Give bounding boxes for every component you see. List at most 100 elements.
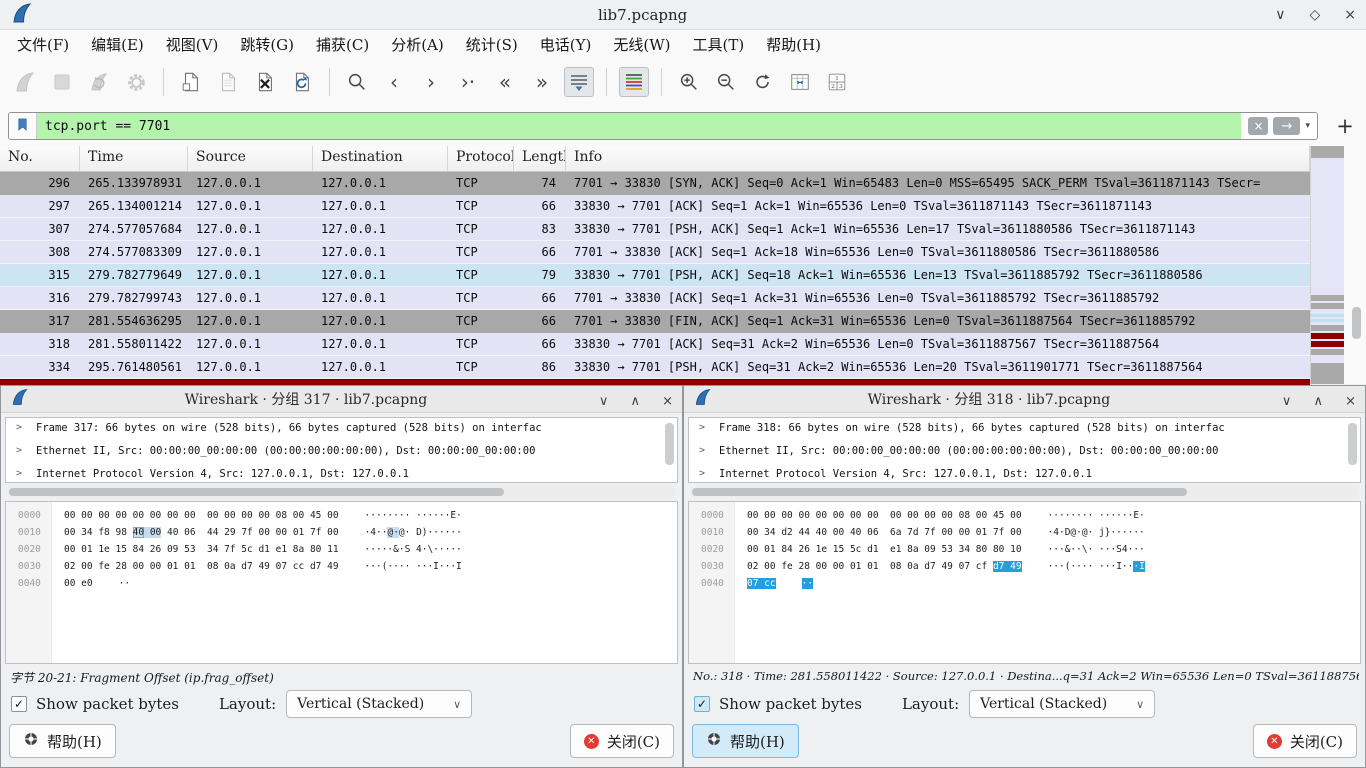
- maximize-icon[interactable]: ◇: [1309, 7, 1320, 23]
- hex-line-0020[interactable]: 002000 01 1e 15 84 26 09 53 34 7f 5c d1 …: [6, 541, 677, 558]
- zoom-out-icon[interactable]: [711, 67, 741, 97]
- show-packet-bytes-checkbox[interactable]: ✓: [11, 696, 27, 712]
- packet-row-317[interactable]: 317281.554636295127.0.0.1127.0.0.1TCP667…: [0, 310, 1310, 333]
- packet-row-297[interactable]: 297265.134001214127.0.0.1127.0.0.1TCP663…: [0, 195, 1310, 218]
- tree-horizontal-scrollbar[interactable]: [7, 487, 676, 497]
- menu-item-5[interactable]: 捕获(C): [305, 31, 380, 58]
- menu-item-8[interactable]: 电话(Y): [529, 31, 603, 58]
- stop-capture-icon[interactable]: [47, 67, 77, 97]
- expander-icon[interactable]: >: [699, 445, 705, 456]
- start-capture-icon[interactable]: [10, 67, 40, 97]
- unshade-icon[interactable]: ∧: [630, 394, 640, 409]
- packet-row-334[interactable]: 334295.761480561127.0.0.1127.0.0.1TCP863…: [0, 356, 1310, 379]
- packet-row-296[interactable]: 296265.133978931127.0.0.1127.0.0.1TCP747…: [0, 172, 1310, 195]
- menu-item-9[interactable]: 无线(W): [602, 31, 681, 58]
- expander-icon[interactable]: >: [16, 445, 22, 456]
- hex-line-0030[interactable]: 003002 00 fe 28 00 00 01 01 08 0a d7 49 …: [6, 558, 677, 575]
- close-icon[interactable]: ×: [1344, 7, 1356, 23]
- hex-dump-pane[interactable]: 000000 00 00 00 00 00 00 00 00 00 00 00 …: [5, 501, 678, 664]
- tree-horizontal-scrollbar[interactable]: [690, 487, 1359, 497]
- column-header-info[interactable]: Info: [566, 146, 1310, 171]
- go-to-packet-icon[interactable]: ›·: [453, 67, 483, 97]
- capture-options-icon[interactable]: [121, 67, 151, 97]
- menu-item-4[interactable]: 跳转(G): [229, 31, 305, 58]
- filter-dropdown-icon[interactable]: ▾: [1305, 121, 1310, 131]
- filter-clear-button[interactable]: ×: [1248, 117, 1268, 135]
- column-header-protocol[interactable]: Protocol: [448, 146, 514, 171]
- scrollbar-handle[interactable]: [1352, 307, 1361, 339]
- zoom-in-icon[interactable]: [674, 67, 704, 97]
- display-filter-input[interactable]: tcp.port == 7701: [37, 113, 1241, 139]
- expander-icon[interactable]: >: [699, 422, 705, 433]
- filter-apply-button[interactable]: →: [1273, 117, 1300, 135]
- menu-item-3[interactable]: 视图(V): [155, 31, 230, 58]
- tree-scrollbar-handle[interactable]: [665, 423, 674, 465]
- help-button[interactable]: 帮助(H): [692, 724, 799, 758]
- tree-row-3[interactable]: >Internet Protocol Version 4, Src: 127.0…: [689, 464, 1360, 483]
- hex-line-0030[interactable]: 003002 00 fe 28 00 00 01 01 08 0a d7 49 …: [689, 558, 1360, 575]
- expander-icon[interactable]: >: [16, 422, 22, 433]
- hex-line-0020[interactable]: 002000 01 84 26 1e 15 5c d1 e1 8a 09 53 …: [689, 541, 1360, 558]
- menu-item-11[interactable]: 帮助(H): [755, 31, 832, 58]
- auto-scroll-icon[interactable]: [564, 67, 594, 97]
- filter-add-button[interactable]: +: [1332, 114, 1358, 138]
- reload-file-icon[interactable]: [287, 67, 317, 97]
- packet-row-316[interactable]: 316279.782799743127.0.0.1127.0.0.1TCP667…: [0, 287, 1310, 310]
- resize-columns-icon[interactable]: [785, 67, 815, 97]
- hex-line-0010[interactable]: 001000 34 d2 44 40 00 40 06 6a 7d 7f 00 …: [689, 524, 1360, 541]
- minimize-icon[interactable]: ∨: [1275, 7, 1285, 23]
- layout-select[interactable]: Vertical (Stacked) ∨: [969, 690, 1155, 718]
- tree-row-1[interactable]: >Frame 317: 66 bytes on wire (528 bits),…: [6, 418, 677, 441]
- tree-row-3[interactable]: >Internet Protocol Version 4, Src: 127.0…: [6, 464, 677, 483]
- column-header-time[interactable]: Time: [80, 146, 188, 171]
- shade-icon[interactable]: ∨: [599, 394, 609, 409]
- protocol-tree[interactable]: >Frame 317: 66 bytes on wire (528 bits),…: [5, 417, 678, 483]
- go-forward-icon[interactable]: ›: [416, 67, 446, 97]
- last-packet-icon[interactable]: »: [527, 67, 557, 97]
- protocol-tree[interactable]: >Frame 318: 66 bytes on wire (528 bits),…: [688, 417, 1361, 483]
- column-header-destination[interactable]: Destination: [313, 146, 448, 171]
- close-button[interactable]: ✕ 关闭(C): [570, 724, 674, 758]
- find-packet-icon[interactable]: [342, 67, 372, 97]
- restart-capture-icon[interactable]: [84, 67, 114, 97]
- menu-item-6[interactable]: 分析(A): [380, 31, 455, 58]
- close-icon[interactable]: ×: [662, 394, 673, 409]
- menu-item-7[interactable]: 统计(S): [455, 31, 529, 58]
- close-button[interactable]: ✕ 关闭(C): [1253, 724, 1357, 758]
- show-packet-bytes-checkbox[interactable]: ✓: [694, 696, 710, 712]
- first-packet-icon[interactable]: «: [490, 67, 520, 97]
- close-file-icon[interactable]: [250, 67, 280, 97]
- menu-item-1[interactable]: 文件(F): [6, 31, 80, 58]
- menu-item-2[interactable]: 编辑(E): [80, 31, 155, 58]
- filter-bookmark-button[interactable]: [9, 113, 37, 139]
- open-file-icon[interactable]: [176, 67, 206, 97]
- shade-icon[interactable]: ∨: [1282, 394, 1292, 409]
- layout-select[interactable]: Vertical (Stacked) ∨: [286, 690, 472, 718]
- hex-line-0000[interactable]: 000000 00 00 00 00 00 00 00 00 00 00 00 …: [689, 507, 1360, 524]
- hex-dump-pane[interactable]: 000000 00 00 00 00 00 00 00 00 00 00 00 …: [688, 501, 1361, 664]
- expander-icon[interactable]: >: [16, 468, 22, 479]
- zoom-reset-icon[interactable]: [748, 67, 778, 97]
- column-header-no[interactable]: No.: [0, 146, 80, 171]
- packet-row-307[interactable]: 307274.577057684127.0.0.1127.0.0.1TCP833…: [0, 218, 1310, 241]
- layout-profile-icon[interactable]: 123: [822, 67, 852, 97]
- tree-row-2[interactable]: >Ethernet II, Src: 00:00:00_00:00:00 (00…: [689, 441, 1360, 464]
- packet-list-scrollbar-map[interactable]: [1310, 146, 1344, 384]
- hex-line-0000[interactable]: 000000 00 00 00 00 00 00 00 00 00 00 00 …: [6, 507, 677, 524]
- tree-row-1[interactable]: >Frame 318: 66 bytes on wire (528 bits),…: [689, 418, 1360, 441]
- go-back-icon[interactable]: ‹: [379, 67, 409, 97]
- column-header-length[interactable]: Length: [514, 146, 566, 171]
- column-header-source[interactable]: Source: [188, 146, 313, 171]
- menu-item-10[interactable]: 工具(T): [681, 31, 755, 58]
- colorize-icon[interactable]: [619, 67, 649, 97]
- packet-row-318[interactable]: 318281.558011422127.0.0.1127.0.0.1TCP663…: [0, 333, 1310, 356]
- tree-row-2[interactable]: >Ethernet II, Src: 00:00:00_00:00:00 (00…: [6, 441, 677, 464]
- help-button[interactable]: 帮助(H): [9, 724, 116, 758]
- tree-scrollbar-handle[interactable]: [1348, 423, 1357, 465]
- packet-row-315[interactable]: 315279.782779649127.0.0.1127.0.0.1TCP793…: [0, 264, 1310, 287]
- save-file-icon[interactable]: [213, 67, 243, 97]
- packet-row-308[interactable]: 308274.577083309127.0.0.1127.0.0.1TCP667…: [0, 241, 1310, 264]
- hex-line-0040[interactable]: 004007 cc··: [689, 575, 1360, 592]
- hex-line-0010[interactable]: 001000 34 f8 98 40 00 40 06 44 29 7f 00 …: [6, 524, 677, 541]
- hex-line-0040[interactable]: 004000 e0··: [6, 575, 677, 592]
